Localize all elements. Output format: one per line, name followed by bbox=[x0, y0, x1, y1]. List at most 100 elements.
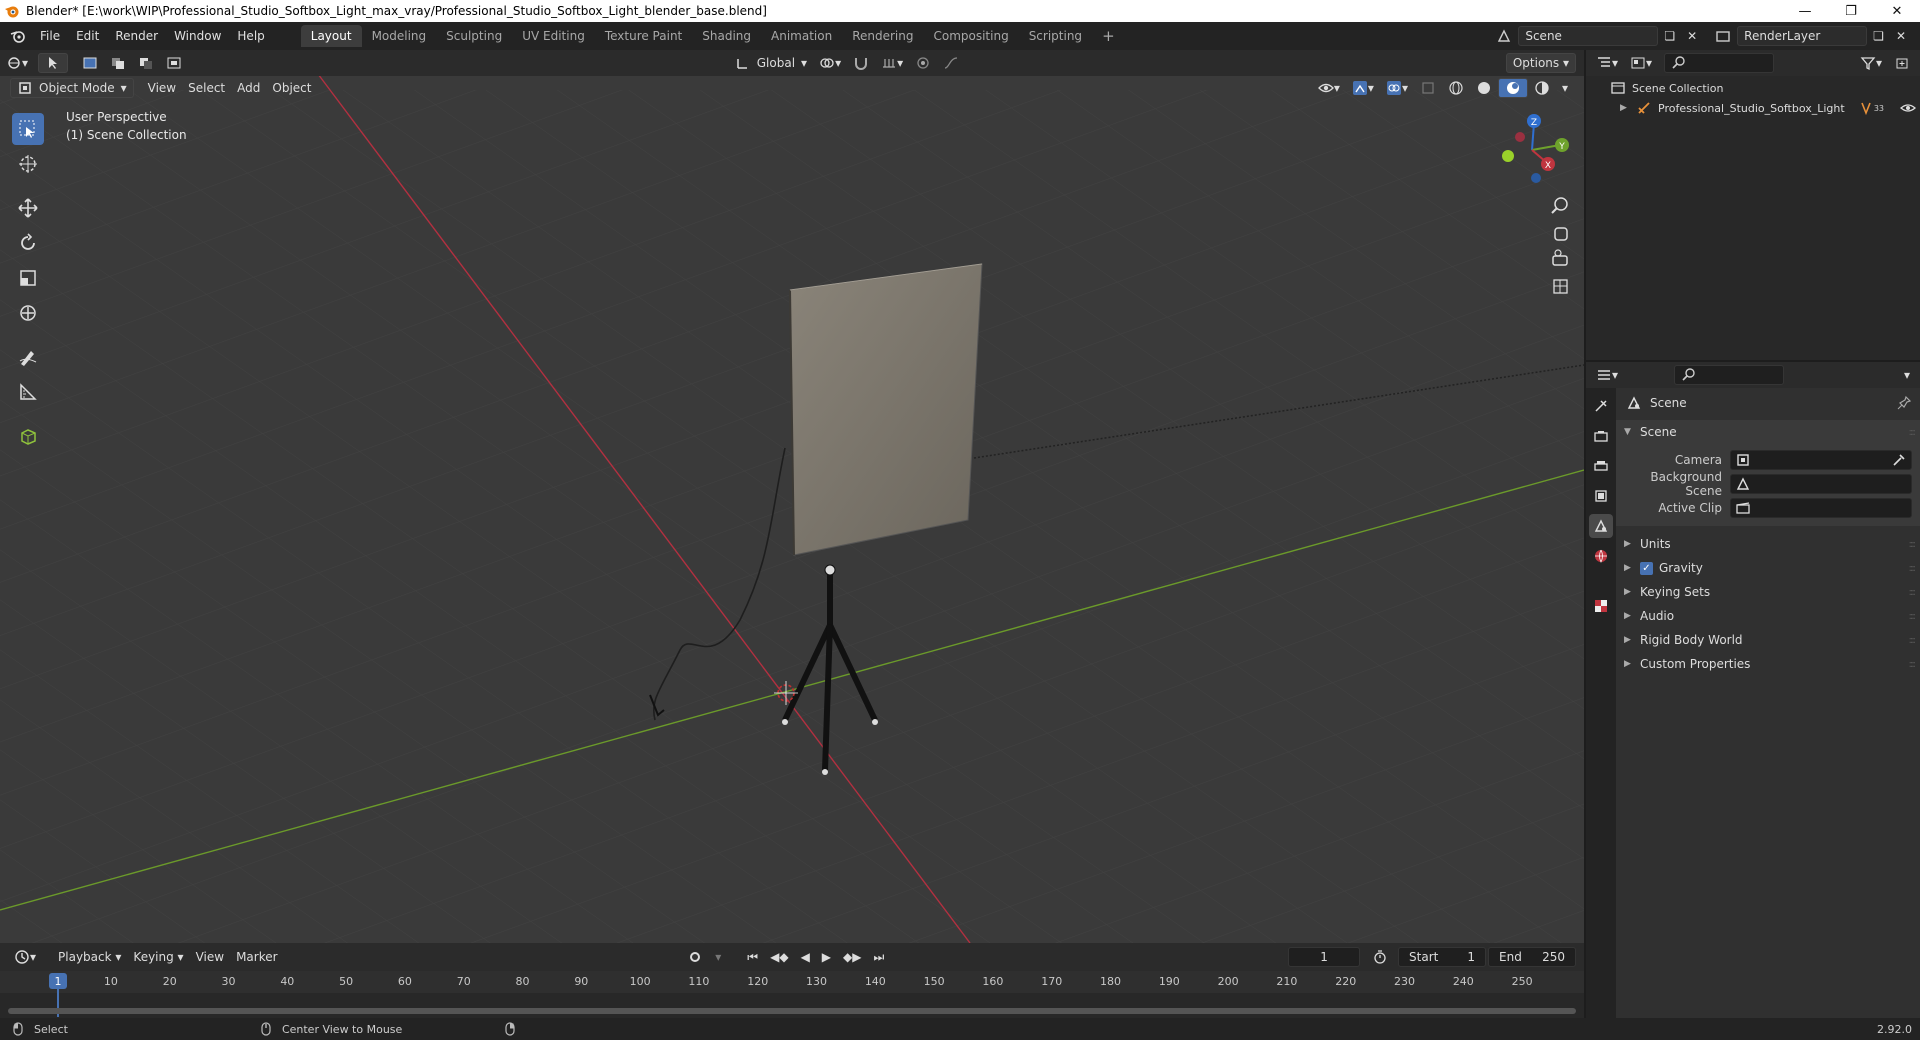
proportional-edit-toggle[interactable] bbox=[909, 53, 937, 73]
tab-scene[interactable] bbox=[1589, 514, 1613, 538]
snap-target-dropdown[interactable]: ▾ bbox=[875, 53, 909, 73]
object-mode-dropdown[interactable]: Object Mode ▾ bbox=[10, 78, 134, 98]
outliner-item[interactable]: ▶ Professional_Studio_Softbox_Light 33 bbox=[1596, 98, 1916, 118]
timeline-menu-keying[interactable]: Keying ▾ bbox=[127, 947, 189, 967]
tab-scripting[interactable]: Scripting bbox=[1019, 25, 1092, 47]
new-renderlayer-button[interactable]: ❏ bbox=[1867, 26, 1890, 46]
start-frame-field[interactable]: Start 1 bbox=[1398, 947, 1487, 967]
scene-panel-header[interactable]: ▼ Scene :::: bbox=[1616, 420, 1920, 444]
tab-animation[interactable]: Animation bbox=[761, 25, 842, 47]
tab-texture[interactable] bbox=[1589, 594, 1613, 618]
outliner-scene-collection[interactable]: Scene Collection bbox=[1596, 78, 1916, 98]
pivot-point-button[interactable]: ▾ bbox=[813, 53, 847, 73]
tab-layout[interactable]: Layout bbox=[300, 25, 362, 47]
rigid-body-world-panel[interactable]: ▶ Rigid Body World :::: bbox=[1616, 628, 1920, 652]
viewport-menu-view[interactable]: View bbox=[142, 78, 182, 98]
renderlayer-selector[interactable]: RenderLayer bbox=[1737, 26, 1868, 46]
select-box-tool[interactable] bbox=[12, 113, 44, 145]
background-scene-field[interactable] bbox=[1730, 474, 1912, 494]
active-clip-field[interactable] bbox=[1730, 498, 1912, 518]
close-window-button[interactable]: ✕ bbox=[1874, 0, 1920, 22]
properties-editor-type[interactable]: ▾ bbox=[1590, 365, 1624, 385]
end-frame-field[interactable]: End 250 bbox=[1488, 947, 1577, 967]
display-mode-dropdown[interactable]: ▾ bbox=[1624, 53, 1658, 73]
add-workspace-button[interactable]: + bbox=[1092, 25, 1125, 47]
tab-compositing[interactable]: Compositing bbox=[923, 25, 1018, 47]
tab-shading[interactable]: Shading bbox=[692, 25, 761, 47]
tab-modeling[interactable]: Modeling bbox=[362, 25, 437, 47]
tab-render[interactable] bbox=[1589, 424, 1613, 448]
select-invert-icon[interactable] bbox=[160, 53, 188, 73]
panel-grip-icon[interactable]: :::: bbox=[1909, 427, 1917, 438]
audio-panel[interactable]: ▶ Audio :::: bbox=[1616, 604, 1920, 628]
new-scene-button[interactable]: ❏ bbox=[1658, 26, 1681, 46]
viewport-canvas[interactable]: Z Y X bbox=[0, 50, 1584, 943]
auto-keying-toggle[interactable] bbox=[681, 947, 709, 967]
outliner-search-input[interactable] bbox=[1664, 53, 1775, 73]
menu-help[interactable]: Help bbox=[229, 25, 272, 47]
options-button[interactable]: Options ▾ bbox=[1505, 53, 1576, 73]
timeline-menu-view[interactable]: View bbox=[190, 947, 230, 967]
transform-orientation-dropdown[interactable]: Global ▾ bbox=[729, 53, 813, 73]
minimize-button[interactable]: — bbox=[1782, 0, 1828, 22]
viewport-menu-select[interactable]: Select bbox=[182, 78, 231, 98]
shading-rendered-button[interactable] bbox=[1528, 78, 1556, 98]
tab-texture-paint[interactable]: Texture Paint bbox=[595, 25, 692, 47]
play-reverse-button[interactable]: ◀ bbox=[795, 947, 816, 967]
overlays-toggle[interactable]: ▾ bbox=[1380, 78, 1414, 98]
new-collection-button[interactable] bbox=[1888, 53, 1916, 73]
timeline-area[interactable]: 1 10 20 30 40 50 60 70 80 90 100 110 120 130 140 150 160… bbox=[0, 971, 1584, 1018]
timeline-menu-playback[interactable]: Playback ▾ bbox=[52, 947, 127, 967]
timeline-editor-type[interactable]: ▾ bbox=[8, 947, 42, 967]
panel-grip-icon[interactable]: :::: bbox=[1909, 611, 1917, 622]
camera-field[interactable] bbox=[1730, 450, 1912, 470]
next-keyframe-button[interactable]: ◆▶ bbox=[837, 947, 867, 967]
prev-keyframe-button[interactable]: ◀◆ bbox=[764, 947, 794, 967]
tab-sculpting[interactable]: Sculpting bbox=[436, 25, 512, 47]
snap-toggle[interactable] bbox=[847, 53, 875, 73]
menu-edit[interactable]: Edit bbox=[68, 25, 107, 47]
panel-grip-icon[interactable]: :::: bbox=[1909, 563, 1917, 574]
tab-output[interactable] bbox=[1589, 454, 1613, 478]
scale-tool[interactable] bbox=[12, 262, 44, 294]
tab-tool[interactable] bbox=[1589, 394, 1613, 418]
panel-grip-icon[interactable]: :::: bbox=[1909, 587, 1917, 598]
3d-viewport[interactable]: Z Y X bbox=[0, 50, 1584, 943]
panel-grip-icon[interactable]: :::: bbox=[1909, 659, 1917, 670]
viewport-menu-add[interactable]: Add bbox=[231, 78, 266, 98]
pin-icon[interactable] bbox=[1896, 395, 1912, 411]
scene-selector[interactable]: Scene bbox=[1518, 26, 1659, 46]
keying-options-dropdown[interactable]: ▾ bbox=[709, 947, 727, 967]
move-tool[interactable] bbox=[12, 192, 44, 224]
menu-render[interactable]: Render bbox=[107, 25, 166, 47]
menu-window[interactable]: Window bbox=[166, 25, 229, 47]
filter-dropdown[interactable]: ▾ bbox=[1854, 53, 1888, 73]
tab-world[interactable] bbox=[1589, 544, 1613, 568]
timeline-menu-marker[interactable]: Marker bbox=[230, 947, 283, 967]
softbox-panel[interactable] bbox=[789, 263, 983, 556]
custom-properties-panel[interactable]: ▶ Custom Properties :::: bbox=[1616, 652, 1920, 676]
preview-range-toggle[interactable] bbox=[1366, 947, 1394, 967]
eyedropper-icon[interactable] bbox=[1891, 452, 1907, 468]
properties-options-dropdown[interactable]: ▾ bbox=[1898, 365, 1916, 385]
transform-tool[interactable] bbox=[12, 297, 44, 329]
expand-arrow-icon[interactable]: ▶ bbox=[1620, 103, 1630, 113]
add-cube-tool[interactable] bbox=[12, 420, 44, 452]
keying-sets-panel[interactable]: ▶ Keying Sets :::: bbox=[1616, 580, 1920, 604]
delete-renderlayer-button[interactable]: ✕ bbox=[1890, 26, 1912, 46]
rotate-tool[interactable] bbox=[12, 227, 44, 259]
units-panel[interactable]: ▶ Units :::: bbox=[1616, 532, 1920, 556]
visibility-dropdown[interactable]: ▾ bbox=[1312, 78, 1346, 98]
restore-button[interactable]: ❐ bbox=[1828, 0, 1874, 22]
measure-tool[interactable] bbox=[12, 376, 44, 408]
select-subtract-icon[interactable] bbox=[132, 53, 160, 73]
play-button[interactable]: ▶ bbox=[816, 947, 837, 967]
shading-material-button[interactable] bbox=[1497, 78, 1528, 98]
current-frame-field[interactable]: 1 bbox=[1288, 947, 1361, 967]
panel-grip-icon[interactable]: :::: bbox=[1909, 635, 1917, 646]
visibility-eye-icon[interactable] bbox=[1900, 100, 1916, 116]
blender-menu-icon[interactable] bbox=[10, 28, 26, 44]
tab-rendering[interactable]: Rendering bbox=[842, 25, 923, 47]
menu-file[interactable]: File bbox=[32, 25, 68, 47]
jump-end-button[interactable]: ⏭ bbox=[868, 947, 891, 967]
